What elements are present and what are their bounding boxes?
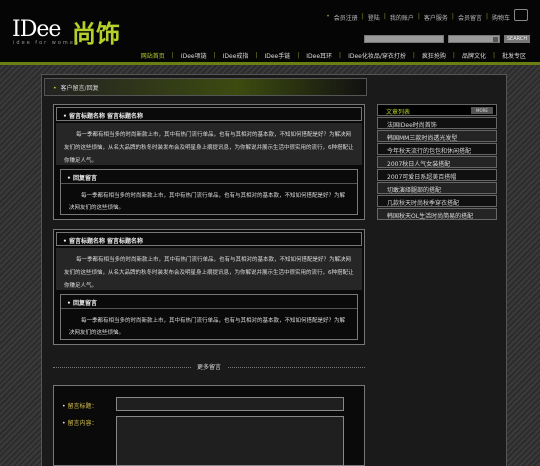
sidebar-heading: 文章列表 MORE (377, 104, 497, 116)
service-link[interactable]: 客户服务 (424, 13, 448, 22)
nav-wholesale[interactable]: 批发专区 (502, 51, 526, 60)
nav-brand[interactable]: 品牌文化 (462, 51, 486, 60)
search-input[interactable] (364, 35, 444, 43)
search-button[interactable]: SEARCH (504, 35, 530, 43)
reply-box: 回复留言 每一季都有相当多的时尚新款上市，其中有热门流行单品，也有与其相对的基本… (60, 294, 358, 340)
sidebar-item[interactable]: 今年秋天流行的包包和休闲搭配 (377, 143, 497, 155)
cart-icon[interactable] (514, 9, 528, 21)
sidebar-item[interactable]: 法国IDee时尚首饰 (377, 117, 497, 129)
message-title: 留言标题名称 留言标题名称 (56, 107, 362, 121)
message-card: 留言标题名称 留言标题名称 每一季都有相当多的时尚新款上市，其中有热门流行单品，… (53, 229, 365, 345)
nav-home[interactable]: 网站首页 (141, 51, 165, 60)
top-links: • 会员注册 | 登陆 | 我的账户 | 客户服务 | 会员留言 | 购物车 (326, 13, 510, 22)
reply-title: 回复留言 (61, 170, 357, 184)
title-label: 留言标题： (62, 401, 97, 410)
message-card: 留言标题名称 留言标题名称 每一季都有相当多的时尚新款上市，其中有热门流行单品，… (53, 104, 365, 220)
sidebar-more-button[interactable]: MORE (471, 107, 493, 114)
reply-title: 回复留言 (61, 295, 357, 309)
sidebar-item[interactable]: 切敢演绎腿部的搭配 (377, 182, 497, 194)
breadcrumb: 客户留言/回复 (44, 78, 367, 96)
content-label: 留言内容： (62, 418, 97, 427)
sidebar-item[interactable]: 几款秋天时尚秋季穿衣搭配 (377, 195, 497, 207)
guestbook-link[interactable]: 会员留言 (458, 13, 482, 22)
more-messages: 更多留言 (53, 362, 365, 372)
more-messages-link[interactable]: 更多留言 (190, 362, 228, 371)
reply-body: 每一季都有相当多的时尚新款上市，其中有热门流行单品，也有与其相对的基本款，不知如… (69, 318, 346, 336)
nav-underline (0, 62, 540, 65)
sidebar-item[interactable]: 韩国MM三款时尚透光发型 (377, 130, 497, 142)
nav-ring[interactable]: IDee戒指 (223, 51, 249, 60)
logo-subtitle: idee for women (13, 40, 81, 46)
reply-body: 每一季都有相当多的时尚新款上市，其中有热门流行单品，也有与其相对的基本款，不知如… (69, 193, 346, 211)
nav-bracelet[interactable]: IDee手链 (264, 51, 290, 60)
content-textarea[interactable] (116, 416, 344, 466)
account-link[interactable]: 我的账户 (390, 13, 414, 22)
category-select[interactable] (448, 35, 500, 43)
logo[interactable]: IDee (12, 17, 61, 42)
nav-sale[interactable]: 疯狂抢购 (422, 51, 446, 60)
nav-cosmetics[interactable]: IDee化妆品/穿衣打扮 (348, 51, 406, 60)
title-input[interactable] (116, 397, 344, 411)
sidebar-item[interactable]: 韩国秋天OL生活时尚简易的搭配 (377, 208, 497, 220)
article-sidebar: 文章列表 MORE 法国IDee时尚首饰 韩国MM三款时尚透光发型 今年秋天流行… (377, 104, 497, 220)
message-body: 每一季都有相当多的时尚新款上市，其中有热门流行单品，也有与其相对的基本款，不知如… (56, 123, 362, 165)
sidebar-heading-label: 文章列表 (386, 109, 411, 116)
login-link[interactable]: 登陆 (368, 13, 380, 22)
reply-box: 回复留言 每一季都有相当多的时尚新款上市，其中有热门流行单品，也有与其相对的基本… (60, 169, 358, 215)
nav-earring[interactable]: IDee耳环 (306, 51, 332, 60)
nav-necklace[interactable]: IDee项链 (181, 51, 207, 60)
register-link[interactable]: 会员注册 (334, 13, 358, 22)
message-form: 留言标题： 留言内容： (53, 385, 365, 466)
message-body: 每一季都有相当多的时尚新款上市，其中有热门流行单品，也有与其相对的基本款，不知如… (56, 248, 362, 290)
sidebar-item[interactable]: 2007秋日人气女装搭配 (377, 156, 497, 168)
search-bar: SEARCH (364, 35, 530, 43)
main-nav: 网站首页 | IDee项链 | IDee戒指 | IDee手链 | IDee耳环 | ID… (140, 51, 526, 60)
cart-link[interactable]: 购物车 (492, 13, 510, 22)
message-title: 留言标题名称 留言标题名称 (56, 232, 362, 246)
sidebar-item[interactable]: 2007可爱日系超美百搭帽 (377, 169, 497, 181)
